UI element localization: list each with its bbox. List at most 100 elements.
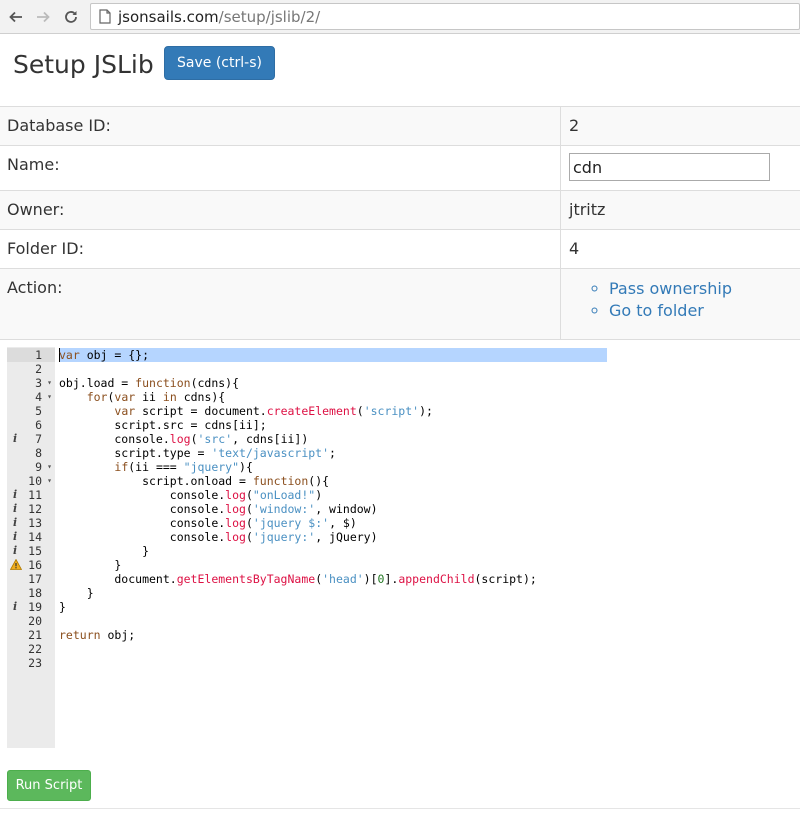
code-line: return obj; bbox=[59, 628, 136, 642]
back-arrow-icon[interactable] bbox=[6, 7, 26, 27]
name-cell bbox=[561, 146, 800, 190]
code-line: obj.load = function(cdns){ bbox=[59, 376, 240, 390]
line-number: 5 bbox=[35, 404, 42, 418]
name-input[interactable] bbox=[569, 153, 770, 181]
editor-gutter: 1 2 3 ▾ 4 ▾ 5 6 7 i 8 9 ▾ 10 ▾ 11 i 12 i 13 i 14 i 15 i 16 17 18 19 i… bbox=[7, 347, 55, 748]
info-icon[interactable]: i bbox=[13, 516, 17, 530]
line-number: 22 bbox=[28, 642, 42, 656]
save-button[interactable]: Save (ctrl-s) bbox=[164, 46, 275, 80]
line-number: 1 bbox=[35, 348, 42, 362]
line-number: 10 bbox=[28, 474, 42, 488]
code-line: script.src = cdns[ii]; bbox=[59, 418, 267, 432]
code-editor[interactable]: 1 2 3 ▾ 4 ▾ 5 6 7 i 8 9 ▾ 10 ▾ 11 i 12 i 13 i 14 i 15 i 16 17 18 19 i… bbox=[7, 347, 627, 748]
code-line: var obj = {}; bbox=[59, 348, 150, 362]
gutter-line: 19 i bbox=[7, 600, 55, 614]
gutter-line: 9 ▾ bbox=[7, 460, 55, 474]
browser-toolbar: jsonsails.com/setup/jslib/2/ bbox=[0, 0, 800, 34]
gutter-line: 2 bbox=[7, 362, 55, 376]
code-line: } bbox=[59, 600, 66, 614]
line-number: 14 bbox=[28, 530, 42, 544]
url-text: jsonsails.com/setup/jslib/2/ bbox=[118, 8, 320, 26]
line-number: 12 bbox=[28, 502, 42, 516]
gutter-line: 16 bbox=[7, 558, 55, 572]
action-label: Action: bbox=[0, 269, 561, 339]
fold-arrow-icon[interactable]: ▾ bbox=[47, 376, 52, 390]
line-number: 20 bbox=[28, 614, 42, 628]
action-cell: Pass ownership Go to folder bbox=[561, 269, 800, 339]
warning-icon[interactable] bbox=[9, 558, 23, 573]
gutter-line: 17 bbox=[7, 572, 55, 586]
code-line: console.log('jquery $:', $) bbox=[59, 516, 357, 530]
code-line: if(ii === "jquery"){ bbox=[114, 460, 253, 474]
code-line: console.log('jquery:', jQuery) bbox=[59, 530, 378, 544]
url-host: jsonsails.com bbox=[118, 8, 219, 26]
info-icon[interactable]: i bbox=[13, 488, 17, 502]
fold-arrow-icon[interactable]: ▾ bbox=[47, 460, 52, 474]
code-line: var script = document.createElement('scr… bbox=[114, 404, 433, 418]
line-number: 7 bbox=[35, 432, 42, 446]
info-icon[interactable]: i bbox=[13, 530, 17, 544]
owner-value: jtritz bbox=[569, 200, 606, 219]
line-number: 23 bbox=[28, 656, 42, 670]
table-row: Database ID: 2 bbox=[0, 107, 800, 146]
table-row: Owner: jtritz bbox=[0, 191, 800, 230]
code-line: script.type = 'text/javascript'; bbox=[59, 446, 336, 460]
info-icon[interactable]: i bbox=[13, 432, 17, 446]
gutter-line: 13 i bbox=[7, 516, 55, 530]
go-to-folder-link[interactable]: Go to folder bbox=[609, 301, 704, 320]
info-icon[interactable]: i bbox=[13, 502, 17, 516]
code-line: } bbox=[59, 558, 122, 572]
line-number: 11 bbox=[28, 488, 42, 502]
line-number: 19 bbox=[28, 600, 42, 614]
code-line: document.getElementsByTagName('head')[0]… bbox=[59, 572, 537, 586]
gutter-line: 22 bbox=[7, 642, 55, 656]
gutter-line: 8 bbox=[7, 446, 55, 460]
code-area[interactable]: var obj = {}; obj.load = function(cdns){ … bbox=[59, 347, 627, 748]
pass-ownership-link[interactable]: Pass ownership bbox=[609, 279, 732, 298]
list-item: Go to folder bbox=[609, 300, 792, 322]
gutter-line: 6 bbox=[7, 418, 55, 432]
fold-arrow-icon[interactable]: ▾ bbox=[47, 474, 52, 488]
name-label: Name: bbox=[0, 146, 561, 190]
page-title: Setup JSLib bbox=[13, 50, 154, 79]
address-bar[interactable]: jsonsails.com/setup/jslib/2/ bbox=[90, 3, 800, 30]
page-icon bbox=[99, 9, 111, 28]
gutter-line: 11 i bbox=[7, 488, 55, 502]
gutter-line: 18 bbox=[7, 586, 55, 600]
line-number: 3 bbox=[35, 376, 42, 390]
gutter-line: 4 ▾ bbox=[7, 390, 55, 404]
line-number: 15 bbox=[28, 544, 42, 558]
line-number: 6 bbox=[35, 418, 42, 432]
info-table: Database ID: 2 Name: Owner: jtritz Folde… bbox=[0, 106, 800, 340]
gutter-line: 14 i bbox=[7, 530, 55, 544]
code-line: console.log('window:', window) bbox=[59, 502, 378, 516]
line-number: 4 bbox=[35, 390, 42, 404]
line-number: 9 bbox=[35, 460, 42, 474]
info-icon[interactable]: i bbox=[13, 544, 17, 558]
line-number: 17 bbox=[28, 572, 42, 586]
gutter-line: 1 bbox=[7, 348, 55, 362]
run-script-button[interactable]: Run Script bbox=[7, 770, 91, 801]
url-path: /setup/jslib/2/ bbox=[218, 8, 321, 26]
line-number: 8 bbox=[35, 446, 42, 460]
code-line: console.log("onLoad!") bbox=[59, 488, 323, 502]
code-line: console.log('src', cdns[ii]) bbox=[59, 432, 309, 446]
database-id-value: 2 bbox=[569, 116, 580, 135]
action-list: Pass ownership Go to folder bbox=[569, 278, 792, 322]
gutter-line: 3 ▾ bbox=[7, 376, 55, 390]
gutter-line: 5 bbox=[7, 404, 55, 418]
owner-label: Owner: bbox=[0, 191, 561, 229]
table-row: Action: Pass ownership Go to folder bbox=[0, 269, 800, 340]
info-icon[interactable]: i bbox=[13, 600, 17, 614]
code-line: } bbox=[59, 586, 94, 600]
forward-arrow-icon[interactable] bbox=[33, 7, 53, 27]
folder-id-value: 4 bbox=[569, 239, 580, 258]
database-id-label: Database ID: bbox=[0, 107, 561, 145]
fold-arrow-icon[interactable]: ▾ bbox=[47, 390, 52, 404]
gutter-line: 7i bbox=[7, 432, 55, 446]
table-row: Folder ID: 4 bbox=[0, 230, 800, 269]
reload-icon[interactable] bbox=[61, 7, 81, 27]
table-row: Name: bbox=[0, 146, 800, 191]
gutter-line: 15 i bbox=[7, 544, 55, 558]
divider bbox=[0, 808, 800, 809]
